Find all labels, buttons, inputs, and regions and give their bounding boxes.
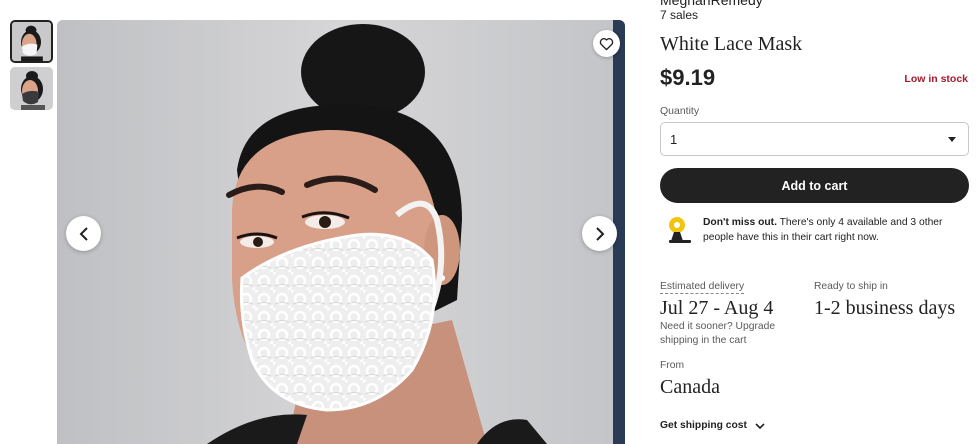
chevron-down-icon [755,422,765,429]
shipping-cost-label: Get shipping cost [660,420,747,431]
get-shipping-cost-button[interactable]: Get shipping cost [660,420,765,431]
main-product-image [57,20,625,444]
chevron-left-icon [79,226,88,241]
thumbnail-strip [10,20,53,114]
scarcity-bold: Don't miss out. [703,217,777,228]
previous-image-button[interactable] [66,216,101,251]
thumbnail-2[interactable] [10,67,53,110]
thumbnail-1-image [12,22,51,61]
ships-from-label: From [660,360,685,371]
alarm-bell-icon [669,217,691,243]
quantity-label: Quantity [660,105,700,117]
add-to-cart-button[interactable]: Add to cart [660,168,969,203]
product-photo [57,20,625,444]
upgrade-shipping-note: Need it sooner? Upgrade shipping in the … [660,321,776,346]
product-price: $9.19 [660,65,716,90]
favorite-button[interactable] [593,30,620,57]
ready-to-ship-value: 1-2 business days [814,297,956,319]
dropdown-caret-icon [948,136,956,142]
chevron-right-icon [595,226,604,241]
stock-status: Low in stock [904,73,968,85]
estimated-delivery-label[interactable]: Estimated delivery [660,281,745,294]
thumbnail-2-image [10,67,53,110]
product-title: White Lace Mask [660,33,803,55]
thumbnail-1[interactable] [10,20,53,63]
scarcity-notice: Don't miss out. There's only 4 available… [665,215,970,245]
quantity-value: 1 [670,131,678,147]
quantity-select[interactable]: 1 [660,122,969,156]
sales-count: 7 sales [660,8,699,22]
shop-name[interactable]: MeghanRemedy [660,0,763,8]
estimated-delivery-dates: Jul 27 - Aug 4 [660,297,774,319]
next-image-button[interactable] [582,216,617,251]
ready-to-ship-label: Ready to ship in [814,281,888,292]
heart-icon [599,37,614,50]
ships-from-value: Canada [660,376,720,398]
